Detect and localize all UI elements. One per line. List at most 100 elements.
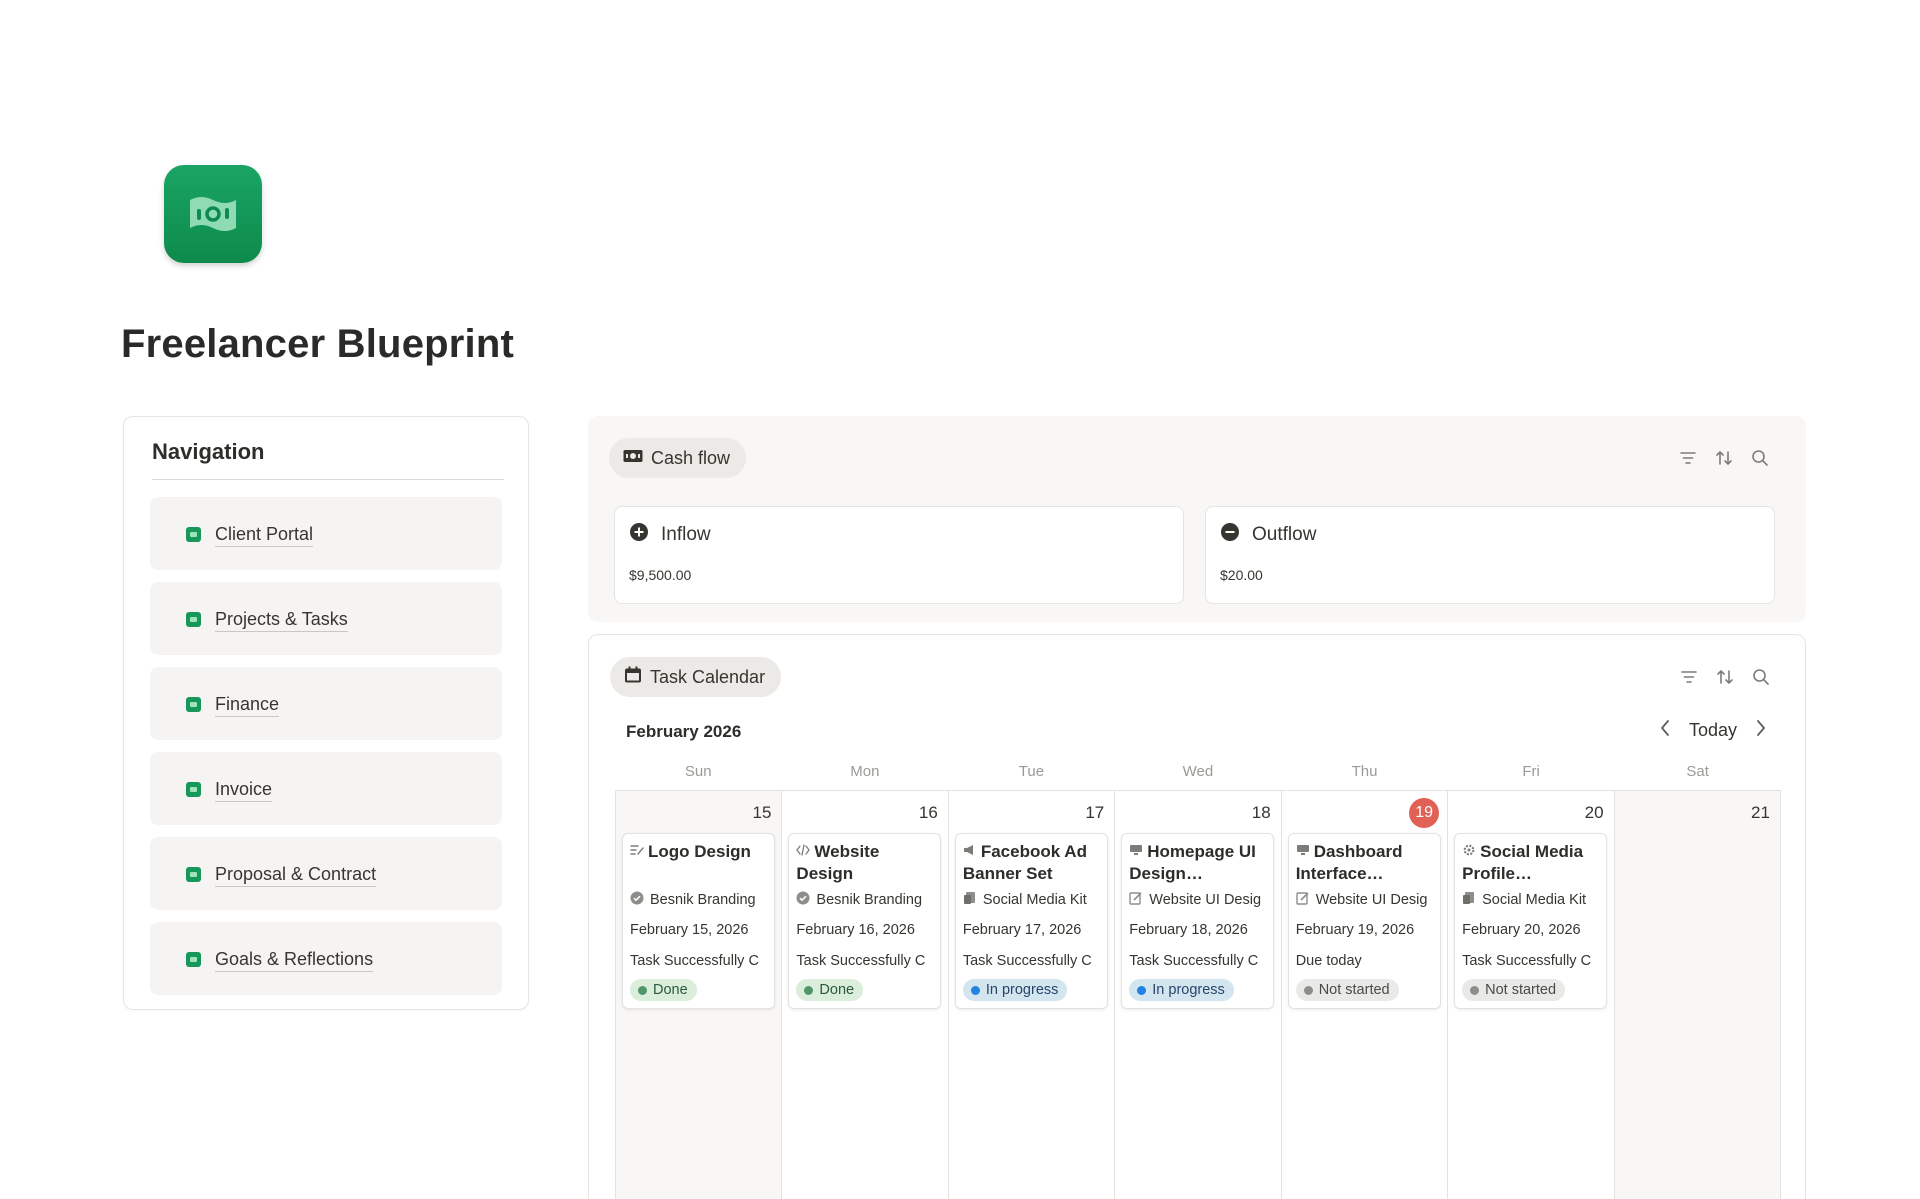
task-note: Task Successfully C <box>630 953 759 969</box>
search-icon[interactable] <box>1751 667 1771 687</box>
day-number: 17 <box>1085 803 1105 822</box>
task-date: February 17, 2026 <box>962 922 1082 938</box>
outflow-label: Outflow <box>1252 524 1317 545</box>
task-title: Homepage UI Design… <box>1129 842 1256 883</box>
text-edit-icon <box>630 840 644 855</box>
day-number: 18 <box>1251 803 1271 822</box>
inflow-card[interactable]: Inflow $9,500.00 <box>614 506 1184 604</box>
calendar-day-cell[interactable]: 17 Facebook Ad Banner Set Social Media K… <box>949 791 1116 1199</box>
plus-circle-icon <box>629 522 649 548</box>
nav-item-label[interactable]: Client Portal <box>215 524 314 547</box>
calendar-grid: 15 Logo Design Besnik Branding February … <box>615 790 1781 1199</box>
weekday-label: Thu <box>1351 763 1378 780</box>
page-icon <box>186 697 201 712</box>
gear-icon <box>1462 840 1476 856</box>
check-circle-icon <box>630 891 644 909</box>
megaphone-icon <box>963 840 977 855</box>
task-project: Social Media Kit <box>1482 892 1587 908</box>
inflow-value: $9,500.00 <box>629 567 692 583</box>
calendar-month: February 2026 <box>626 722 742 741</box>
weekday-header: Sun Mon Tue Wed Thu Fri Sat <box>615 763 1781 780</box>
task-calendar-view-tab[interactable]: Task Calendar <box>610 657 782 697</box>
calendar-day-cell[interactable]: 16 Website Design Besnik Branding Februa… <box>782 791 949 1199</box>
nav-item-finance[interactable]: Finance <box>150 667 502 740</box>
edit-icon <box>1129 891 1143 909</box>
task-title: Logo Design <box>648 842 751 861</box>
page-money-icon[interactable] <box>164 165 262 263</box>
navigation-divider <box>152 479 504 480</box>
task-project: Besnik Branding <box>650 892 756 908</box>
weekday-label: Fri <box>1522 763 1540 780</box>
nav-item-goals-reflections[interactable]: Goals & Reflections <box>150 922 502 995</box>
chevron-right-icon[interactable] <box>1755 719 1767 742</box>
filter-icon[interactable] <box>1679 667 1699 687</box>
nav-item-label[interactable]: Proposal & Contract <box>215 864 377 887</box>
task-project: Website UI Desig <box>1149 892 1262 908</box>
calendar-icon <box>624 666 642 689</box>
desktop-icon <box>1129 840 1143 855</box>
page-title: Freelancer Blueprint <box>121 322 515 366</box>
weekday-label: Sun <box>684 763 712 780</box>
weekday-label: Sat <box>1686 763 1709 780</box>
money-icon <box>623 448 643 469</box>
documents-icon <box>963 891 977 909</box>
sort-icon[interactable] <box>1714 448 1734 468</box>
nav-item-label[interactable]: Finance <box>215 694 280 717</box>
desktop-icon <box>1296 840 1310 855</box>
page-icon <box>186 952 201 967</box>
minus-circle-icon <box>1220 522 1240 548</box>
day-number: 16 <box>918 803 938 822</box>
filter-icon[interactable] <box>1678 448 1698 468</box>
nav-item-client-portal[interactable]: Client Portal <box>150 497 502 570</box>
day-number: 15 <box>752 803 772 822</box>
day-number: 20 <box>1584 803 1604 822</box>
calendar-day-cell[interactable]: 19 Dashboard Interface… Website UI Desig… <box>1282 791 1449 1199</box>
nav-item-projects-tasks[interactable]: Projects & Tasks <box>150 582 502 655</box>
navigation-card: Navigation Client Portal Projects & Task… <box>123 416 529 1010</box>
calendar-day-cell[interactable]: 15 Logo Design Besnik Branding February … <box>616 791 783 1199</box>
calendar-day-cell[interactable]: 21 <box>1614 791 1781 1199</box>
task-note: Task Successfully C <box>1129 953 1259 969</box>
cash-flow-view-tab[interactable]: Cash flow <box>609 438 747 478</box>
task-card[interactable]: Facebook Ad Banner Set Social Media Kit … <box>954 833 1108 1009</box>
task-card[interactable]: Website Design Besnik Branding February … <box>788 833 942 1009</box>
navigation-heading: Navigation <box>152 439 265 464</box>
today-day-number: 19 <box>1409 798 1440 828</box>
task-card[interactable]: Social Media Profile… Social Media Kit F… <box>1454 833 1608 1009</box>
outflow-value: $20.00 <box>1220 567 1263 583</box>
nav-item-label[interactable]: Projects & Tasks <box>215 609 348 632</box>
task-date: February 18, 2026 <box>1129 922 1248 938</box>
task-card[interactable]: Logo Design Besnik Branding February 15,… <box>622 833 775 1009</box>
task-note: Task Successfully C <box>1462 953 1592 969</box>
task-date: February 15, 2026 <box>630 922 749 938</box>
search-icon[interactable] <box>1750 448 1770 468</box>
day-number: 21 <box>1751 803 1770 822</box>
weekday-label: Tue <box>1018 763 1045 780</box>
task-calendar-card: Task Calendar February 2026 Today Sun Mo… <box>588 634 1806 1199</box>
cash-flow-label: Cash flow <box>651 447 731 468</box>
calendar-day-cell[interactable]: 20 Social Media Profile… Social Media Ki… <box>1448 791 1615 1199</box>
calendar-day-cell[interactable]: 18 Homepage UI Design… Website UI Desig … <box>1115 791 1282 1199</box>
page-icon <box>186 527 201 542</box>
task-card[interactable]: Homepage UI Design… Website UI Desig Feb… <box>1121 833 1275 1009</box>
edit-icon <box>1295 891 1310 909</box>
task-title: Dashboard Interface… <box>1295 842 1403 883</box>
check-circle-icon <box>796 891 810 909</box>
cash-flow-toolbar <box>1678 448 1770 468</box>
weekday-label: Mon <box>850 763 880 780</box>
page-icon <box>186 782 201 797</box>
outflow-card[interactable]: Outflow $20.00 <box>1205 506 1775 604</box>
nav-item-label[interactable]: Invoice <box>215 779 273 802</box>
chevron-left-icon[interactable] <box>1659 719 1671 742</box>
nav-item-proposal-contract[interactable]: Proposal & Contract <box>150 837 502 910</box>
today-button[interactable]: Today <box>1689 720 1737 741</box>
status-badge: Done <box>630 979 697 1001</box>
task-card[interactable]: Dashboard Interface… Website UI Desig Fe… <box>1287 833 1441 1009</box>
sort-icon[interactable] <box>1715 667 1735 687</box>
page-icon <box>186 867 201 882</box>
task-title: Facebook Ad Banner Set <box>962 842 1087 883</box>
documents-icon <box>1462 891 1476 909</box>
task-project: Social Media Kit <box>982 892 1087 908</box>
nav-item-invoice[interactable]: Invoice <box>150 752 502 825</box>
nav-item-label[interactable]: Goals & Reflections <box>215 949 374 972</box>
